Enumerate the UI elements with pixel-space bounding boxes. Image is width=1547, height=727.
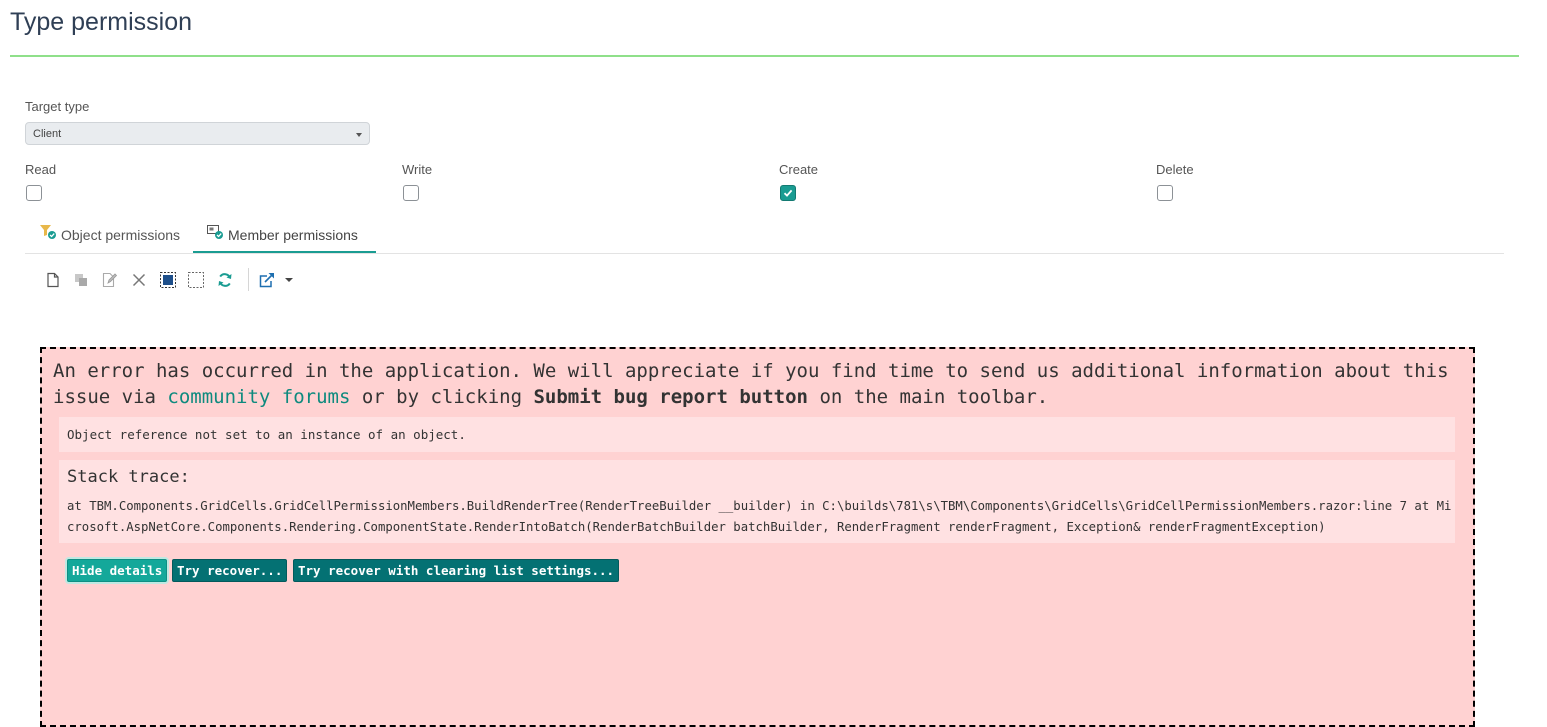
toolbar-separator [248, 268, 249, 291]
create-label: Create [779, 162, 819, 177]
error-message-text-3: on the main toolbar. [808, 386, 1049, 408]
try-recover-button[interactable]: Try recover... [172, 559, 288, 582]
exception-box: Object reference not set to an instance … [59, 417, 1455, 452]
object-permissions-icon [40, 225, 56, 239]
tab-object-permissions[interactable]: Object permissions [40, 222, 190, 252]
exception-message: Object reference not set to an instance … [67, 427, 466, 442]
delete-label: Delete [1156, 162, 1194, 177]
tabs-divider [25, 253, 1504, 254]
read-label: Read [25, 162, 57, 177]
unselect-all-button[interactable] [187, 271, 205, 289]
tab-member-permissions-label: Member permissions [228, 227, 358, 243]
new-button[interactable] [44, 271, 62, 289]
target-type-value: Client [33, 128, 62, 140]
new-icon [47, 272, 59, 288]
edit-icon [102, 272, 118, 288]
try-recover-clear-settings-button[interactable]: Try recover with clearing list settings.… [293, 559, 620, 582]
error-message: An error has occurred in the application… [53, 358, 1473, 410]
write-label: Write [402, 162, 433, 177]
page-title: Type permission [10, 8, 193, 36]
select-all-button[interactable] [159, 271, 177, 289]
community-forums-link[interactable]: community forums [167, 386, 350, 408]
target-type-select[interactable]: Client [25, 122, 370, 145]
delete-checkbox[interactable] [1157, 185, 1173, 201]
check-icon [783, 189, 793, 197]
delete-icon [132, 273, 146, 287]
stack-trace-title: Stack trace: [67, 467, 190, 487]
stack-trace-text: at TBM.Components.GridCells.GridCellPerm… [67, 499, 1452, 534]
title-divider [10, 55, 1519, 57]
delete-button[interactable] [130, 271, 148, 289]
refresh-button[interactable] [216, 271, 234, 289]
tab-member-permissions[interactable]: Member permissions [207, 222, 377, 252]
refresh-icon [218, 273, 232, 287]
edit-button[interactable] [100, 271, 118, 289]
copy-icon [75, 274, 87, 286]
hide-details-button[interactable]: Hide details [67, 559, 168, 582]
stack-trace-box: Stack trace: at TBM.Components.GridCells… [59, 460, 1455, 543]
copy-button[interactable] [72, 271, 90, 289]
write-checkbox[interactable] [403, 185, 419, 201]
target-type-label: Target type [25, 99, 90, 114]
read-checkbox[interactable] [26, 185, 42, 201]
unselect-all-icon [188, 272, 204, 288]
member-permissions-icon [207, 225, 223, 239]
select-all-icon [160, 272, 176, 288]
export-button[interactable] [258, 271, 296, 289]
error-message-text-2: or by clicking [350, 386, 534, 408]
submit-bug-report-text: Submit bug report button [533, 386, 808, 408]
dropdown-caret-icon [285, 278, 293, 282]
create-checkbox[interactable] [780, 185, 796, 201]
error-panel: An error has occurred in the application… [40, 347, 1475, 727]
export-icon [259, 273, 274, 288]
tab-object-permissions-label: Object permissions [61, 227, 181, 243]
chevron-down-icon [356, 133, 362, 137]
